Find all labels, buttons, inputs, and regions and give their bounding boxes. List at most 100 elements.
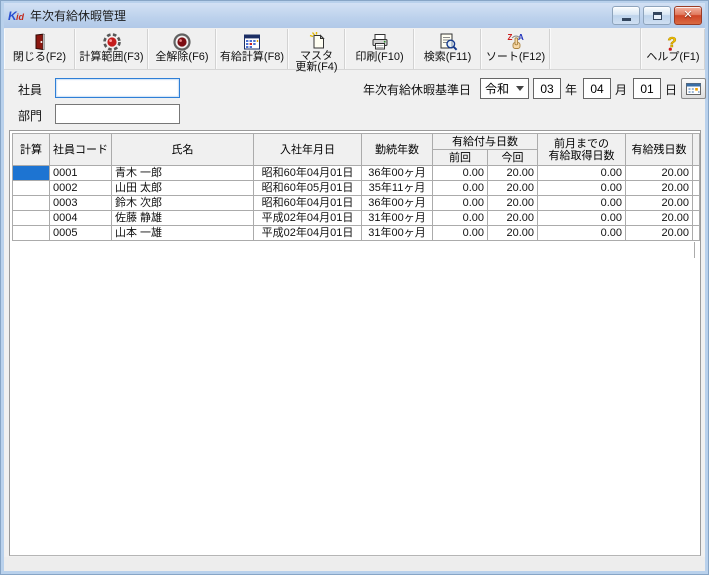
day-input[interactable] (633, 78, 661, 99)
minimize-button[interactable] (612, 6, 640, 25)
svg-text:?: ? (668, 34, 677, 51)
cell-name[interactable]: 山本 一雄 (112, 226, 254, 241)
era-select[interactable]: 令和 (480, 78, 529, 99)
leave-table-body: 0001青木 一郎昭和60年04月01日36年00ヶ月0.0020.000.00… (13, 166, 700, 241)
cell-prev-grant[interactable]: 0.00 (433, 181, 488, 196)
search-button-f11[interactable]: 検索(F11) (414, 29, 481, 69)
clear-all-button-f6[interactable]: 全解除(F6) (148, 29, 216, 69)
calc-cell[interactable] (13, 196, 50, 211)
employee-input[interactable] (55, 78, 180, 98)
cell-prev-grant[interactable]: 0.00 (433, 211, 488, 226)
cell-hire-date[interactable]: 平成02年04月01日 (254, 211, 362, 226)
cell-name[interactable]: 鈴木 次郎 (112, 196, 254, 211)
calc-range-button-f3[interactable]: 計算範囲(F3) (75, 29, 148, 69)
cell-taken[interactable]: 0.00 (538, 166, 626, 181)
spacer-cell (693, 226, 700, 241)
header-grant-prev: 前回 (433, 150, 488, 166)
cell-curr-grant[interactable]: 20.00 (488, 211, 538, 226)
cell-curr-grant[interactable]: 20.00 (488, 196, 538, 211)
table-row: 0004佐藤 静雄平成02年04月01日31年00ヶ月0.0020.000.00… (13, 211, 700, 226)
svg-text:Z: Z (507, 33, 512, 42)
month-input[interactable] (583, 78, 611, 99)
cell-prev-grant[interactable]: 0.00 (433, 226, 488, 241)
cell-remaining[interactable]: 20.00 (626, 166, 693, 181)
cell-prev-grant[interactable]: 0.00 (433, 196, 488, 211)
cell-code[interactable]: 0004 (50, 211, 112, 226)
cell-taken[interactable]: 0.00 (538, 211, 626, 226)
cell-curr-grant[interactable]: 20.00 (488, 166, 538, 181)
grid-right-edge (694, 242, 695, 258)
table-row: 0003鈴木 次郎昭和60年04月01日36年00ヶ月0.0020.000.00… (13, 196, 700, 211)
calc-cell[interactable] (13, 226, 50, 241)
cell-service[interactable]: 31年00ヶ月 (362, 211, 433, 226)
header-service: 勤続年数 (362, 134, 433, 166)
calc-cell[interactable] (13, 211, 50, 226)
cell-curr-grant[interactable]: 20.00 (488, 181, 538, 196)
header-remaining: 有給残日数 (626, 134, 693, 166)
base-date-label: 年次有給休暇基準日 (363, 81, 471, 98)
door-close-icon (30, 31, 50, 52)
app-logo-icon: K id (8, 8, 25, 23)
header-code: 社員コード (50, 134, 112, 166)
cell-remaining[interactable]: 20.00 (626, 226, 693, 241)
toolbar: 閉じる(F2) 計算範囲(F3) 全解除(F6) 有給計算(F8) (4, 28, 705, 70)
cell-code[interactable]: 0002 (50, 181, 112, 196)
cell-name[interactable]: 山田 太郎 (112, 181, 254, 196)
header-spacer (693, 134, 700, 166)
titlebar: K id 年次有給休暇管理 ✕ (4, 3, 705, 28)
cell-code[interactable]: 0001 (50, 166, 112, 181)
close-window-button[interactable]: ✕ (674, 6, 702, 25)
calendar-button[interactable] (681, 78, 706, 99)
cell-prev-grant[interactable]: 0.00 (433, 166, 488, 181)
close-icon: ✕ (683, 10, 692, 21)
cell-hire-date[interactable]: 昭和60年05月01日 (254, 181, 362, 196)
spacer-cell (693, 166, 700, 181)
calc-cell[interactable] (13, 181, 50, 196)
cell-name[interactable]: 青木 一郎 (112, 166, 254, 181)
print-button-f10[interactable]: 印刷(F10) (345, 29, 414, 69)
table-header: 計算 社員コード 氏名 入社年月日 勤続年数 有給付与日数 前月までの 有給取得… (13, 134, 700, 166)
cell-curr-grant[interactable]: 20.00 (488, 226, 538, 241)
close-button-f2[interactable]: 閉じる(F2) (4, 29, 75, 69)
cell-service[interactable]: 35年11ヶ月 (362, 181, 433, 196)
toolbar-button-label: マスタ 更新(F4) (295, 51, 337, 73)
app-window: K id 年次有給休暇管理 ✕ 閉じる(F2) 計算範囲(F3) (0, 0, 709, 575)
clear-all-icon (172, 31, 192, 52)
toolbar-button-label: ヘルプ(F1) (646, 52, 699, 63)
calc-cell[interactable] (13, 166, 50, 181)
cell-taken[interactable]: 0.00 (538, 196, 626, 211)
header-taken: 前月までの 有給取得日数 (538, 134, 626, 166)
year-input[interactable] (533, 78, 561, 99)
cell-remaining[interactable]: 20.00 (626, 181, 693, 196)
department-label: 部門 (18, 107, 42, 124)
sort-button-f12[interactable]: ZA ソート(F12) (481, 29, 550, 69)
master-update-icon (307, 31, 327, 51)
cell-remaining[interactable]: 20.00 (626, 211, 693, 226)
cell-hire-date[interactable]: 平成02年04月01日 (254, 226, 362, 241)
chevron-down-icon (516, 86, 524, 91)
paid-leave-calc-button-f8[interactable]: 有給計算(F8) (216, 29, 288, 69)
maximize-icon (653, 12, 662, 20)
cell-code[interactable]: 0005 (50, 226, 112, 241)
cell-remaining[interactable]: 20.00 (626, 196, 693, 211)
cell-hire-date[interactable]: 昭和60年04月01日 (254, 166, 362, 181)
month-unit-label: 月 (615, 81, 627, 98)
sort-icon: ZA (506, 31, 526, 52)
toolbar-button-label: 計算範囲(F3) (79, 52, 143, 63)
maximize-button[interactable] (643, 6, 671, 25)
calendar-calc-icon (242, 31, 262, 52)
printer-icon (370, 31, 390, 52)
cell-service[interactable]: 36年00ヶ月 (362, 196, 433, 211)
svg-text:id: id (16, 12, 25, 22)
master-update-button-f4[interactable]: マスタ 更新(F4) (288, 29, 345, 69)
cell-taken[interactable]: 0.00 (538, 226, 626, 241)
cell-service[interactable]: 31年00ヶ月 (362, 226, 433, 241)
header-hire-date: 入社年月日 (254, 134, 362, 166)
cell-service[interactable]: 36年00ヶ月 (362, 166, 433, 181)
cell-code[interactable]: 0003 (50, 196, 112, 211)
cell-taken[interactable]: 0.00 (538, 181, 626, 196)
help-button-f1[interactable]: ? ヘルプ(F1) (641, 29, 705, 69)
cell-hire-date[interactable]: 昭和60年04月01日 (254, 196, 362, 211)
department-input[interactable] (55, 104, 180, 124)
cell-name[interactable]: 佐藤 静雄 (112, 211, 254, 226)
